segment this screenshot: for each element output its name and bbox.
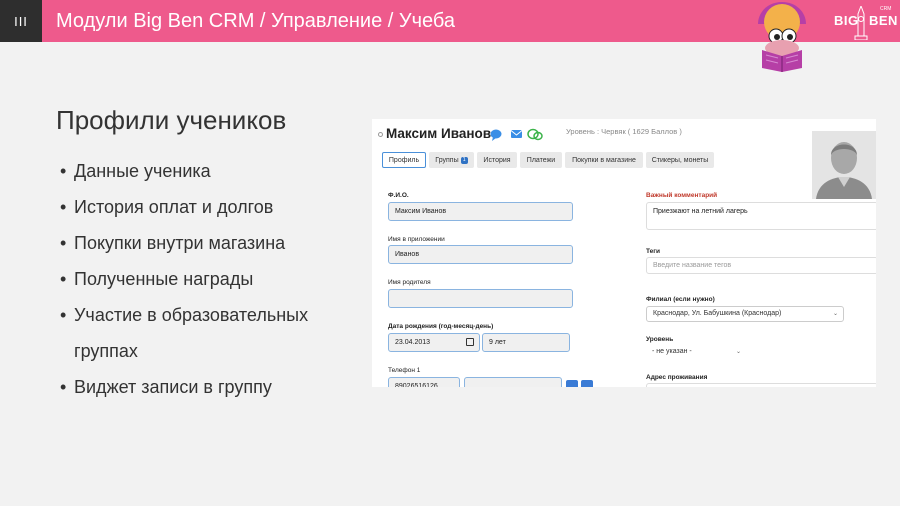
tab-label: Покупки в магазине — [572, 156, 636, 164]
fio-label: Ф.И.О. — [388, 192, 409, 199]
logo-crm-text: CRM — [880, 6, 892, 12]
tab-label: Профиль — [388, 156, 420, 164]
tab-label: Группы — [435, 156, 459, 164]
feature-item: Виджет записи в группу — [60, 369, 350, 405]
tags-label: Теги — [646, 248, 660, 255]
chevron-down-icon: ⌄ — [735, 349, 741, 355]
tab-payments[interactable]: Платежи — [520, 152, 562, 168]
branch-label: Филиал (если нужно) — [646, 296, 715, 303]
student-profile-screenshot: Максим Иванов Уровень : Червяк ( 1629 Ба… — [372, 119, 876, 387]
tab-shop-purchases[interactable]: Покупки в магазине — [565, 152, 643, 168]
groups-count-badge: 1 — [460, 156, 468, 164]
birth-date-value: 23.04.2013 — [395, 339, 431, 346]
important-comment-label: Важный комментарий — [646, 192, 718, 199]
phone-add-button[interactable] — [566, 380, 578, 387]
chevron-down-icon: ⌄ — [832, 311, 838, 317]
feature-item: Полученные награды — [60, 261, 350, 297]
mascot-reading-icon — [758, 2, 806, 72]
level-select[interactable]: - не указан - ⌄ — [646, 345, 746, 361]
app-name-input[interactable]: Иванов — [388, 245, 573, 264]
phone-label: Телефон 1 — [388, 367, 421, 374]
feature-item: Покупки внутри магазина — [60, 225, 350, 261]
tab-groups[interactable]: Группы 1 — [429, 152, 474, 168]
tab-label: Платежи — [526, 156, 556, 164]
parent-name-input[interactable] — [388, 289, 573, 308]
age-display: 9 лет — [482, 333, 570, 352]
email-icon[interactable] — [510, 130, 523, 138]
phone-input[interactable]: 89026516126 — [388, 377, 460, 387]
slide-heading: Профили учеников — [56, 105, 287, 135]
big-ben-logo: BIG BEN CRM — [830, 4, 897, 40]
feature-list: Данные ученика История оплат и долгов По… — [60, 153, 350, 405]
important-comment-input[interactable]: Приезжают на летний лагерь — [646, 202, 876, 230]
app-name-label: Имя в приложении — [388, 236, 445, 243]
tab-history[interactable]: История — [477, 152, 517, 168]
tags-input[interactable]: Введите название тегов — [646, 257, 876, 274]
branch-select[interactable]: Краснодар, Ул. Бабушкина (Краснодар) ⌄ — [646, 306, 844, 322]
slide-title: Модули Big Ben CRM / Управление / Учеба — [56, 10, 456, 32]
birth-date-input[interactable]: 23.04.2013 — [388, 333, 480, 352]
logo-big-text: BIG — [834, 13, 859, 28]
feature-item: Данные ученика — [60, 153, 350, 189]
address-label: Адрес проживания — [646, 374, 708, 381]
status-dot-icon — [378, 132, 383, 137]
birth-date-label: Дата рождения (год-месяц-день) — [388, 323, 494, 330]
tab-stickers-coins[interactable]: Стикеры, монеты — [646, 152, 714, 168]
chat-icon[interactable] — [490, 129, 502, 142]
phone-action-button[interactable] — [581, 380, 593, 387]
parent-name-label: Имя родителя — [388, 279, 431, 286]
level-label: Уровень — [646, 336, 674, 343]
branch-selected-value: Краснодар, Ул. Бабушкина (Краснодар) — [653, 310, 782, 317]
whatsapp-icon[interactable] — [527, 128, 543, 141]
level-selected-value: - не указан - — [652, 348, 692, 355]
phone-extra-input[interactable] — [464, 377, 562, 387]
address-input[interactable] — [646, 383, 876, 387]
calendar-icon[interactable] — [466, 338, 474, 346]
tab-profile[interactable]: Профиль — [382, 152, 426, 168]
contact-icons — [490, 128, 543, 142]
fio-input[interactable]: Максим Иванов — [388, 202, 573, 221]
logo-ben-text: BEN — [869, 13, 898, 28]
tab-label: Стикеры, монеты — [651, 156, 709, 164]
slide-number: III — [0, 0, 42, 42]
tab-label: История — [483, 156, 511, 164]
student-level-info: Уровень : Червяк ( 1629 Баллов ) — [566, 127, 682, 136]
student-name: Максим Иванов — [386, 126, 492, 141]
student-photo-avatar[interactable] — [812, 131, 876, 199]
feature-item: История оплат и долгов — [60, 189, 350, 225]
feature-item: Участие в образовательных группах — [60, 297, 350, 369]
